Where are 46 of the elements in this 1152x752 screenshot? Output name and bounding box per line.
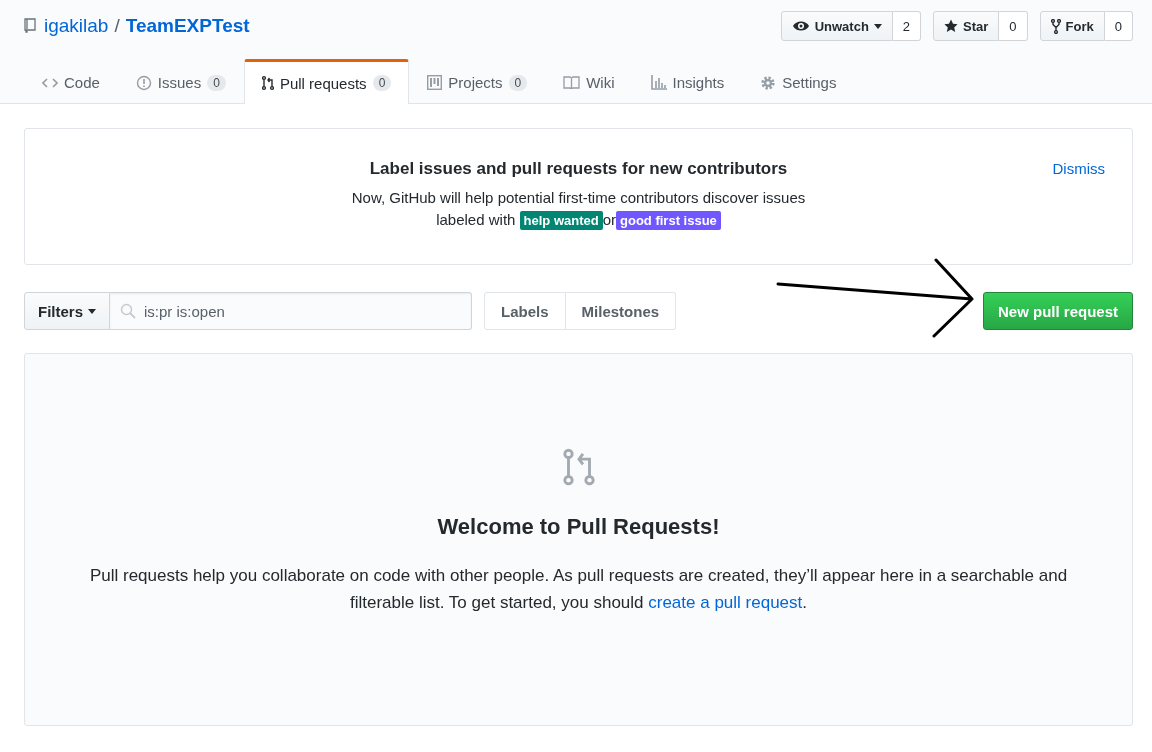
caret-icon [873,23,882,29]
owner-link[interactable]: igakilab [44,15,109,37]
tab-counter: 0 [372,75,392,91]
search-field[interactable]: is:pr is:open [110,292,472,330]
code-icon [42,76,58,89]
welcome-text: Pull requests help you collaborate on code with other people. As pull requests are created, they’ll appear here in a searchable and filterable list. To get started, you should create a pull request. [88,565,1069,614]
fork-icon [1050,18,1061,34]
issue-icon [135,74,152,91]
issue-label[interactable]: good first issue [616,211,721,230]
project-board-icon [427,75,443,90]
tab-counter: 0 [508,74,528,91]
nav-tab[interactable]: Settings [742,59,855,103]
nav-tab[interactable]: Code [24,59,118,103]
path-separator: / [114,15,120,37]
milestones-button[interactable]: Milestones [565,292,677,330]
nav-tab[interactable]: Insights [632,59,743,103]
banner-text: Now, GitHub will help potential first-time contributors discover issues labeled with help wanted or good first issue [350,188,807,232]
labels-button[interactable]: Labels [484,292,566,330]
caret-icon [88,308,96,314]
count-link[interactable]: 0 [1104,11,1133,41]
count-link[interactable]: 2 [892,11,922,41]
nav-tab[interactable]: Issues 0 [117,59,244,103]
star-icon [944,19,959,33]
repository-icon [24,18,36,34]
nav-tab[interactable]: Pull requests 0 [243,59,410,104]
tab-counter: 0 [207,74,226,91]
create-pull-request-link[interactable]: create a pull request [648,593,803,612]
banner-title: Label issues and pull requests for new contributors [369,159,788,179]
eye-icon [791,20,810,32]
pull-request-icon [560,446,597,488]
book-icon [563,76,581,89]
count-link[interactable]: 0 [999,11,1028,41]
search-icon [120,303,136,319]
star-button[interactable]: Star [933,11,1000,41]
filters-button[interactable]: Filters [24,292,110,330]
fork-button[interactable]: Fork [1039,11,1105,41]
bar-graph-icon [650,75,667,90]
welcome-title: Welcome to Pull Requests! [436,514,721,540]
pull-request-icon [261,75,274,91]
dismiss-link[interactable]: Dismiss [1052,160,1105,177]
issue-label[interactable]: help wanted [519,211,603,230]
repository-link[interactable]: TeamEXPTest [125,15,250,37]
nav-tab[interactable]: Projects 0 [409,59,546,103]
watch-button[interactable]: Unwatch [780,11,893,41]
nav-tab[interactable]: Wiki [545,59,633,103]
settings-icon [760,74,777,91]
